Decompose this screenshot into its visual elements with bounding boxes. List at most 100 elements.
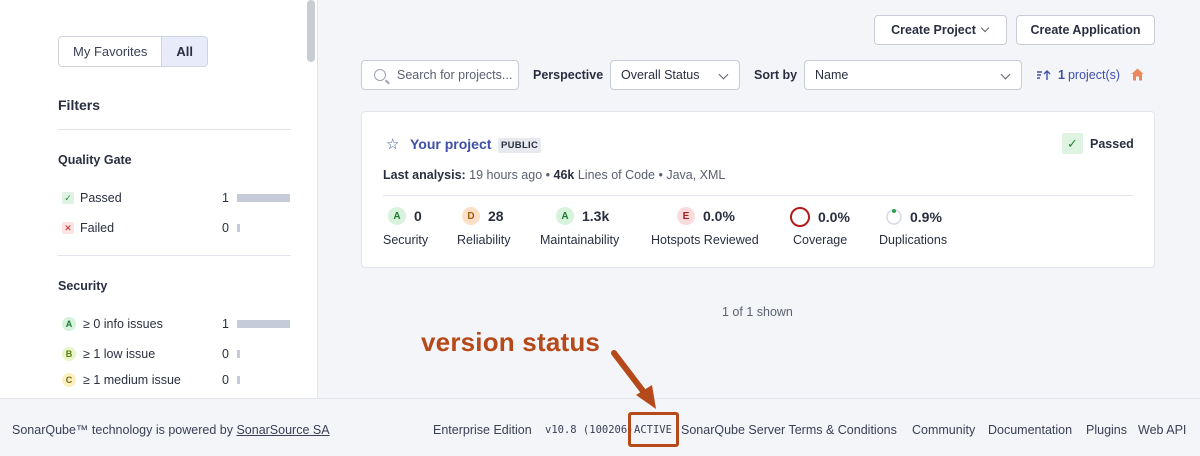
sort-by-label: Sort by [754, 68, 798, 82]
powered-by-prefix: SonarQube™ technology is powered by [12, 423, 233, 437]
facet-label: ≥ 0 info issues [83, 317, 163, 331]
loc-value: 46k [553, 168, 575, 182]
last-analysis-label: Last analysis: [383, 168, 466, 182]
metric-reliability[interactable]: D 28 [462, 207, 504, 225]
facet-label: Passed [80, 191, 122, 205]
version-text: v10.8 (100206) [545, 424, 634, 436]
perspective-label: Perspective [533, 68, 604, 82]
facet-failed[interactable]: ✕ Failed 0 [62, 221, 290, 235]
project-count-suffix: project(s) [1067, 68, 1121, 82]
community-link[interactable]: Community [912, 423, 975, 437]
star-icon[interactable]: ☆ [386, 135, 399, 153]
create-application-button[interactable]: Create Application [1016, 15, 1155, 45]
annotation-arrow-icon [611, 350, 656, 409]
search-input[interactable]: Search for projects... [361, 60, 519, 90]
x-icon: ✕ [62, 222, 74, 234]
coverage-ring-icon [790, 207, 810, 227]
rating-badge: A [62, 317, 76, 331]
last-analysis-value: 19 hours ago [469, 168, 543, 182]
perspective-value: Overall Status [621, 68, 700, 82]
filters-sidebar: My Favorites All Filters Quality Gate ✓ P… [0, 0, 318, 398]
rating-badge: C [62, 373, 76, 387]
project-meta: Last analysis: 19 hours ago • 46k Lines … [383, 168, 726, 182]
facet-count: 0 [222, 221, 229, 235]
facet-count: 1 [222, 317, 229, 331]
perspective-select[interactable]: Overall Status [610, 60, 740, 90]
metric-label: Reliability [457, 233, 511, 247]
security-title: Security [58, 279, 108, 293]
plugins-link[interactable]: Plugins [1086, 423, 1127, 437]
divider [58, 129, 291, 130]
filters-title: Filters [58, 97, 101, 113]
visibility-badge: PUBLIC [498, 138, 542, 153]
sort-value: Name [815, 68, 849, 82]
create-project-button[interactable]: Create Project [874, 15, 1007, 45]
metric-coverage[interactable]: 0.0% [790, 207, 850, 227]
facet-bar [237, 320, 290, 328]
sort-direction-icon[interactable] [1036, 69, 1052, 81]
project-count[interactable]: 1 project(s) [1036, 68, 1120, 82]
facet-bar [237, 376, 290, 384]
powered-by-text: SonarQube™ technology is powered by Sona… [12, 423, 330, 437]
project-count-value: 1 [1058, 68, 1065, 82]
sort-by-select[interactable]: Name [804, 60, 1022, 90]
documentation-link[interactable]: Documentation [988, 423, 1072, 437]
facet-count: 0 [222, 347, 229, 361]
check-icon: ✓ [1062, 133, 1083, 154]
rating-badge: A [556, 207, 574, 225]
create-project-label: Create Project [891, 23, 976, 37]
favorites-toggle: My Favorites All [58, 36, 209, 67]
languages: Java, XML [666, 168, 726, 182]
metric-security[interactable]: A 0 [388, 207, 422, 225]
facet-label: ≥ 1 low issue [83, 347, 156, 361]
facet-count: 0 [222, 373, 229, 387]
metric-label: Coverage [793, 233, 848, 247]
facet-security-a[interactable]: A ≥ 0 info issues 1 [62, 317, 290, 331]
terms-link[interactable]: SonarQube Server Terms & Conditions [681, 423, 897, 437]
metric-label: Maintainability [540, 233, 620, 247]
facet-passed[interactable]: ✓ Passed 1 [62, 191, 290, 205]
metric-duplications[interactable]: 0.9% [884, 207, 942, 227]
facet-count: 1 [222, 191, 229, 205]
search-placeholder: Search for projects... [397, 68, 513, 82]
metric-label: Hotspots Reviewed [651, 233, 759, 247]
check-icon: ✓ [62, 192, 74, 204]
rating-badge: D [462, 207, 480, 225]
metric-label: Security [383, 233, 429, 247]
metric-value: 0.9% [910, 209, 942, 225]
annotation-label: version status [421, 327, 601, 357]
search-icon [374, 69, 386, 81]
facet-bar [237, 224, 290, 232]
shown-count: 1 of 1 shown [722, 305, 793, 319]
all-button[interactable]: All [161, 37, 208, 66]
facet-security-c[interactable]: C ≥ 1 medium issue 0 [62, 373, 290, 387]
divider [58, 255, 291, 256]
rating-badge: E [677, 207, 695, 225]
metric-value: 0.0% [818, 209, 850, 225]
web-api-link[interactable]: Web API [1138, 423, 1186, 437]
facet-label: Failed [80, 221, 115, 235]
metric-value: 0.0% [703, 208, 735, 224]
metric-label: Duplications [879, 233, 948, 247]
chevron-down-icon [718, 69, 729, 80]
sidebar-scrollbar[interactable] [307, 0, 315, 62]
facet-security-b[interactable]: B ≥ 1 low issue 0 [62, 347, 290, 361]
metric-maintainability[interactable]: A 1.3k [556, 207, 609, 225]
loc-label: Lines of Code [577, 168, 655, 182]
rating-badge: B [62, 347, 76, 361]
metric-value: 0 [414, 208, 422, 224]
project-name-link[interactable]: Your project [410, 136, 491, 152]
duplications-icon [886, 209, 902, 225]
metric-hotspots[interactable]: E 0.0% [677, 207, 735, 225]
edition-text: Enterprise Edition [433, 423, 532, 437]
quality-gate-title: Quality Gate [58, 153, 132, 167]
my-favorites-button[interactable]: My Favorites [59, 37, 161, 66]
facet-bar [237, 194, 290, 202]
metric-value: 28 [488, 208, 504, 224]
sonarsource-link[interactable]: SonarSource SA [236, 423, 329, 437]
metric-value: 1.3k [582, 208, 610, 224]
rating-badge: A [388, 207, 406, 225]
annotation-highlight-box [628, 412, 679, 447]
home-icon[interactable] [1131, 68, 1144, 81]
chevron-down-icon [980, 23, 990, 33]
